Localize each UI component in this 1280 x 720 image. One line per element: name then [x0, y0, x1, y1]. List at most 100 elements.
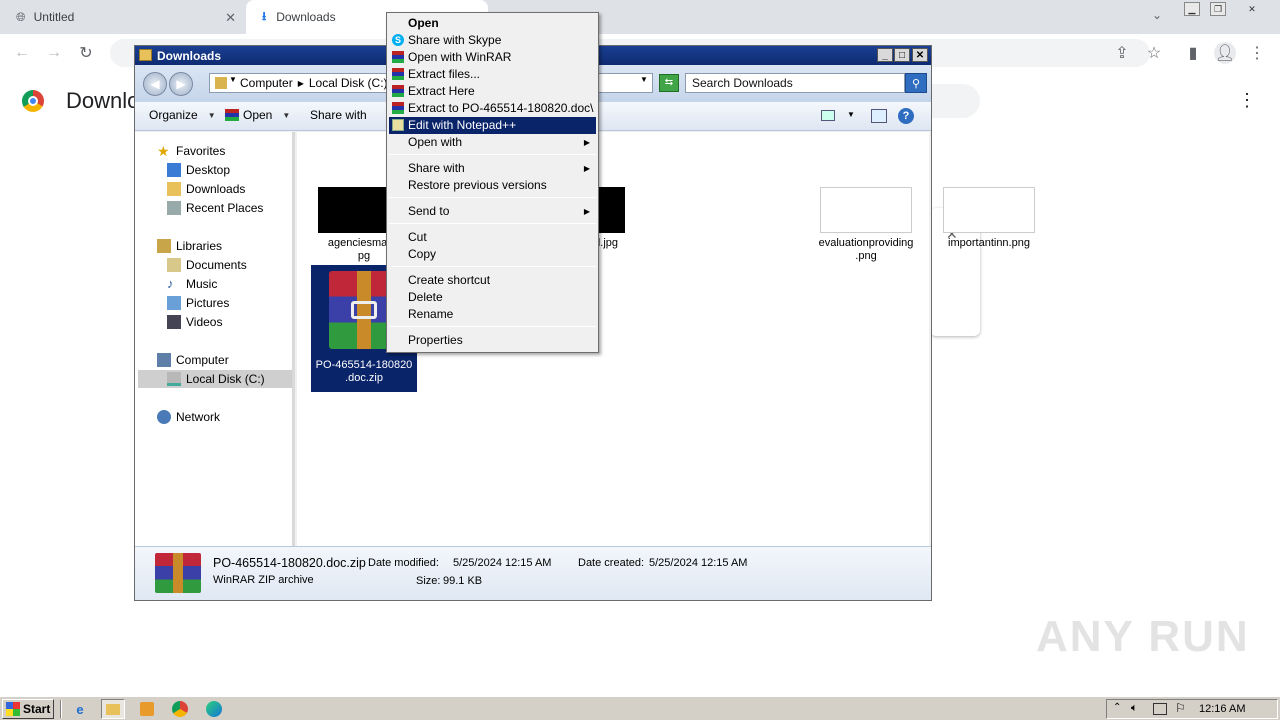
documents-icon: [167, 258, 181, 272]
chevron-right-icon[interactable]: ▶: [298, 79, 304, 88]
winrar-icon: [392, 68, 404, 80]
file-item[interactable]: evaluationproviding .png: [815, 187, 917, 263]
nav-downloads[interactable]: Downloads: [167, 180, 245, 198]
nav-music[interactable]: ♪ Music: [167, 275, 217, 293]
preview-pane-icon[interactable]: [871, 109, 887, 123]
menu-item-open[interactable]: Open: [389, 15, 596, 32]
menu-item-share-with[interactable]: Share with ▶: [389, 160, 596, 177]
nav-documents[interactable]: Documents: [167, 256, 247, 274]
menu-item-restore-previous-versions[interactable]: Restore previous versions: [389, 177, 596, 194]
clock[interactable]: 12:16 AM: [1199, 703, 1245, 715]
taskbar-divider: [60, 700, 62, 718]
back-arrow-icon[interactable]: ←: [11, 42, 33, 64]
skype-icon: S: [392, 34, 404, 46]
menu-separator: [389, 223, 596, 224]
close-button[interactable]: ✕: [912, 48, 928, 62]
forward-button[interactable]: ▶: [169, 72, 193, 96]
menu-separator: [389, 197, 596, 198]
tab-search-icon[interactable]: ⌄: [1152, 8, 1162, 22]
menu-separator: [389, 154, 596, 155]
menu-item-delete[interactable]: Delete: [389, 289, 596, 306]
minimize-icon[interactable]: ▁: [1184, 2, 1200, 16]
nav-desktop[interactable]: Desktop: [167, 161, 230, 179]
network-tray-icon[interactable]: [1153, 703, 1167, 715]
start-button[interactable]: Start: [2, 699, 54, 719]
reload-icon[interactable]: ↻: [75, 42, 97, 64]
profile-avatar-icon[interactable]: 👤︎: [1214, 42, 1236, 64]
chevron-down-icon[interactable]: ▼: [229, 75, 237, 84]
network-icon: [157, 410, 171, 424]
context-menu: Open S Share with Skype Open with WinRAR…: [386, 12, 599, 353]
refresh-icon[interactable]: ⇆: [659, 74, 679, 92]
menu-item-share-with-skype[interactable]: S Share with Skype: [389, 32, 596, 49]
menu-item-copy[interactable]: Copy: [389, 246, 596, 263]
menu-item-extract-to[interactable]: Extract to PO-465514-180820.doc\: [389, 100, 596, 117]
menu-item-open-with-winrar[interactable]: Open with WinRAR: [389, 49, 596, 66]
view-options-icon[interactable]: ▼: [847, 110, 855, 119]
menu-separator: [389, 266, 596, 267]
menu-item-rename[interactable]: Rename: [389, 306, 596, 323]
music-icon: ♪: [167, 276, 174, 291]
share-with-button[interactable]: Share with: [310, 108, 367, 122]
close-tab-icon[interactable]: ✕: [225, 10, 236, 26]
winrar-icon: [392, 102, 404, 114]
explorer-taskbar-icon[interactable]: [101, 699, 125, 719]
menu-item-cut[interactable]: Cut: [389, 229, 596, 246]
minimize-button[interactable]: _: [877, 48, 893, 62]
close-window-icon[interactable]: ✕: [1244, 2, 1260, 16]
address-history-icon[interactable]: ▼: [640, 75, 648, 84]
videos-icon: [167, 315, 181, 329]
open-button[interactable]: Open ▼: [225, 108, 290, 122]
help-icon[interactable]: ?: [898, 108, 914, 124]
file-item[interactable]: importantinn.png: [938, 187, 1040, 250]
restore-icon[interactable]: ❐: [1210, 2, 1226, 16]
search-icon[interactable]: ⚲: [905, 73, 927, 93]
change-view-icon[interactable]: [821, 110, 835, 121]
nav-pictures[interactable]: Pictures: [167, 294, 229, 312]
edge-icon[interactable]: [202, 699, 226, 719]
forward-arrow-icon[interactable]: →: [43, 42, 65, 64]
organize-button[interactable]: Organize ▼: [149, 108, 216, 122]
details-size-label: Size:: [416, 575, 441, 587]
tab-untitled[interactable]: 🌐︎ Untitled ✕: [0, 0, 244, 34]
internet-explorer-icon[interactable]: e: [68, 699, 92, 719]
action-center-flag-icon[interactable]: ⚐: [1175, 701, 1186, 715]
nav-libraries[interactable]: Libraries: [157, 237, 222, 255]
taskbar: Start e ⌃ 🔈︎ ⚐ 12:16 AM: [0, 696, 1280, 720]
menu-item-open-with[interactable]: Open with ▶: [389, 134, 596, 151]
menu-item-extract-here[interactable]: Extract Here: [389, 83, 596, 100]
nav-recent-places[interactable]: Recent Places: [167, 199, 263, 217]
star-icon: ★: [157, 143, 170, 159]
show-hidden-icons-icon[interactable]: ⌃: [1113, 702, 1121, 713]
details-filename: PO-465514-180820.doc.zip: [213, 556, 366, 570]
chrome-taskbar-icon[interactable]: [168, 699, 192, 719]
more-actions-icon[interactable]: ⋮: [1238, 90, 1256, 111]
bookmark-star-icon[interactable]: ☆: [1143, 42, 1165, 64]
tab-label: Downloads: [276, 10, 336, 24]
nav-videos[interactable]: Videos: [167, 313, 222, 331]
nav-computer[interactable]: Computer: [157, 351, 229, 369]
media-player-icon[interactable]: [135, 699, 159, 719]
page-title: Downlo: [66, 88, 140, 113]
notepadpp-icon: [392, 119, 404, 131]
nav-favorites[interactable]: ★ Favorites: [157, 142, 225, 160]
nav-local-disk[interactable]: Local Disk (C:): [138, 370, 292, 388]
breadcrumb-computer[interactable]: Computer: [240, 76, 293, 90]
menu-item-properties[interactable]: Properties: [389, 332, 596, 349]
maximize-button[interactable]: □: [894, 48, 910, 62]
search-input[interactable]: Search Downloads: [685, 73, 905, 93]
system-tray: ⌃ 🔈︎ ⚐ 12:16 AM: [1106, 699, 1278, 719]
menu-item-create-shortcut[interactable]: Create shortcut: [389, 272, 596, 289]
menu-item-extract-files[interactable]: Extract files...: [389, 66, 596, 83]
image-thumbnail: [943, 187, 1035, 233]
back-button[interactable]: ◀: [143, 72, 167, 96]
menu-item-edit-with-notepadpp[interactable]: Edit with Notepad++: [389, 117, 596, 134]
nav-network[interactable]: Network: [157, 408, 220, 426]
share-icon[interactable]: ⇪: [1111, 42, 1133, 64]
kebab-menu-icon[interactable]: ⋮: [1246, 42, 1268, 64]
side-panel-icon[interactable]: ▮: [1182, 42, 1204, 64]
breadcrumb-local-disk[interactable]: Local Disk (C:): [309, 76, 388, 90]
menu-item-send-to[interactable]: Send to ▶: [389, 203, 596, 220]
volume-icon[interactable]: 🔈︎: [1131, 702, 1138, 715]
file-name-cont: .png: [855, 250, 877, 262]
